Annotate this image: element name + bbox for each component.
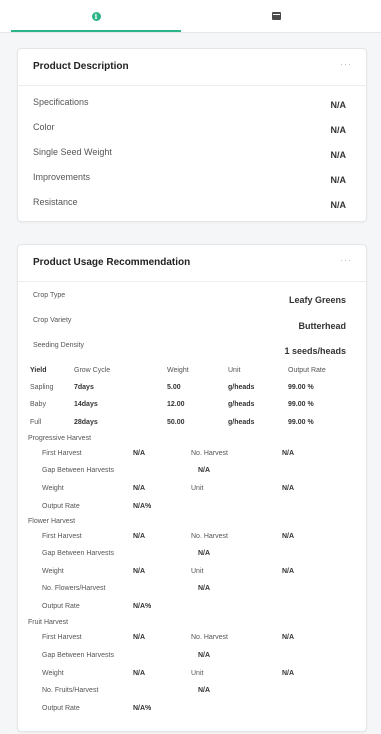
crop-variety-value: Butterhead xyxy=(298,321,346,331)
table-cell: g/heads xyxy=(228,401,255,408)
tab-info[interactable]: i xyxy=(11,0,181,32)
table-cell: 28days xyxy=(74,419,98,426)
gap-between-harvests-value: N/A xyxy=(198,550,211,557)
first-harvest-value: N/A xyxy=(133,450,146,457)
output-rate-value: N/A% xyxy=(133,603,152,610)
table-cell: g/heads xyxy=(228,419,255,426)
card-header: Product Description ··· xyxy=(18,49,366,86)
unit-value: N/A xyxy=(282,568,295,575)
calendar-icon xyxy=(271,12,281,20)
more-options-icon[interactable]: ··· xyxy=(340,59,352,69)
first-harvest-label: First Harvest xyxy=(42,533,82,540)
flowers-per-harvest-label: No. Flowers/Harvest xyxy=(42,585,106,592)
active-tab-indicator xyxy=(11,30,181,32)
table-cell: 99.00 % xyxy=(288,401,314,408)
table-cell: 12.00 xyxy=(167,401,185,408)
product-usage-card: Product Usage Recommendation ··· Crop Ty… xyxy=(17,244,367,732)
output-rate-label: Output Rate xyxy=(42,503,80,510)
no-harvest-value: N/A xyxy=(282,634,295,641)
single-seed-weight-label: Single Seed Weight xyxy=(33,147,112,157)
no-harvest-value: N/A xyxy=(282,450,295,457)
weight-label: Weight xyxy=(42,670,64,677)
card-title: Product Usage Recommendation xyxy=(33,257,191,268)
no-harvest-label: No. Harvest xyxy=(191,533,228,540)
no-harvest-value: N/A xyxy=(282,533,295,540)
crop-type-label: Crop Type xyxy=(33,292,66,299)
unit-header: Unit xyxy=(228,367,241,374)
card-header: Product Usage Recommendation ··· xyxy=(18,245,366,282)
weight-value: N/A xyxy=(133,568,146,575)
fruits-per-harvest-label: No. Fruits/Harvest xyxy=(42,687,99,694)
seeding-density-label: Seeding Density xyxy=(33,342,84,349)
weight-header: Weight xyxy=(167,367,189,374)
table-cell: Full xyxy=(30,419,42,426)
specifications-label: Specifications xyxy=(33,97,89,107)
fruit-harvest-title: Fruit Harvest xyxy=(28,619,69,626)
specifications-value: N/A xyxy=(330,100,347,110)
product-description-card: Product Description ··· Specifications N… xyxy=(17,48,367,222)
flowers-per-harvest-value: N/A xyxy=(198,585,211,592)
grow-cycle-header: Grow Cycle xyxy=(74,367,111,374)
gap-between-harvests-value: N/A xyxy=(198,652,211,659)
table-cell: 7days xyxy=(74,384,94,391)
output-rate-header: Output Rate xyxy=(288,367,326,374)
table-cell: Sapling xyxy=(30,384,54,391)
first-harvest-label: First Harvest xyxy=(42,634,82,641)
weight-label: Weight xyxy=(42,568,64,575)
gap-between-harvests-label: Gap Between Harvests xyxy=(42,467,114,474)
flower-harvest-title: Flower Harvest xyxy=(28,518,76,525)
table-cell: 99.00 % xyxy=(288,419,314,426)
yield-header: Yield xyxy=(30,367,47,374)
info-icon: i xyxy=(91,11,101,21)
weight-value: N/A xyxy=(133,670,146,677)
unit-label: Unit xyxy=(191,568,204,575)
resistance-value: N/A xyxy=(330,200,347,210)
unit-value: N/A xyxy=(282,485,295,492)
table-cell: 99.00 % xyxy=(288,384,314,391)
gap-between-harvests-label: Gap Between Harvests xyxy=(42,652,114,659)
improvements-value: N/A xyxy=(330,175,347,185)
tab-calendar[interactable] xyxy=(181,0,371,32)
color-value: N/A xyxy=(330,125,347,135)
first-harvest-value: N/A xyxy=(133,533,146,540)
output-rate-value: N/A% xyxy=(133,705,152,712)
progressive-harvest-title: Progressive Harvest xyxy=(28,435,92,442)
weight-label: Weight xyxy=(42,485,64,492)
output-rate-label: Output Rate xyxy=(42,603,80,610)
crop-type-value: Leafy Greens xyxy=(288,295,346,305)
color-label: Color xyxy=(33,122,55,132)
unit-label: Unit xyxy=(191,670,204,677)
unit-value: N/A xyxy=(282,670,295,677)
first-harvest-label: First Harvest xyxy=(42,450,82,457)
more-options-icon[interactable]: ··· xyxy=(340,255,352,265)
weight-value: N/A xyxy=(133,485,146,492)
no-harvest-label: No. Harvest xyxy=(191,450,228,457)
resistance-label: Resistance xyxy=(33,197,78,207)
crop-variety-label: Crop Variety xyxy=(33,317,72,324)
gap-between-harvests-value: N/A xyxy=(198,467,211,474)
table-cell: 14days xyxy=(74,401,98,408)
single-seed-weight-value: N/A xyxy=(330,150,347,160)
tab-bar: i xyxy=(0,0,381,33)
gap-between-harvests-label: Gap Between Harvests xyxy=(42,550,114,557)
unit-label: Unit xyxy=(191,485,204,492)
output-rate-label: Output Rate xyxy=(42,705,80,712)
table-cell: 50.00 xyxy=(167,419,185,426)
card-title: Product Description xyxy=(33,61,129,72)
no-harvest-label: No. Harvest xyxy=(191,634,228,641)
improvements-label: Improvements xyxy=(33,172,91,182)
first-harvest-value: N/A xyxy=(133,634,146,641)
table-cell: Baby xyxy=(30,401,46,408)
fruits-per-harvest-value: N/A xyxy=(198,687,211,694)
output-rate-value: N/A% xyxy=(133,503,152,510)
table-cell: g/heads xyxy=(228,384,255,391)
table-cell: 5.00 xyxy=(167,384,181,391)
seeding-density-value: 1 seeds/heads xyxy=(284,346,346,356)
